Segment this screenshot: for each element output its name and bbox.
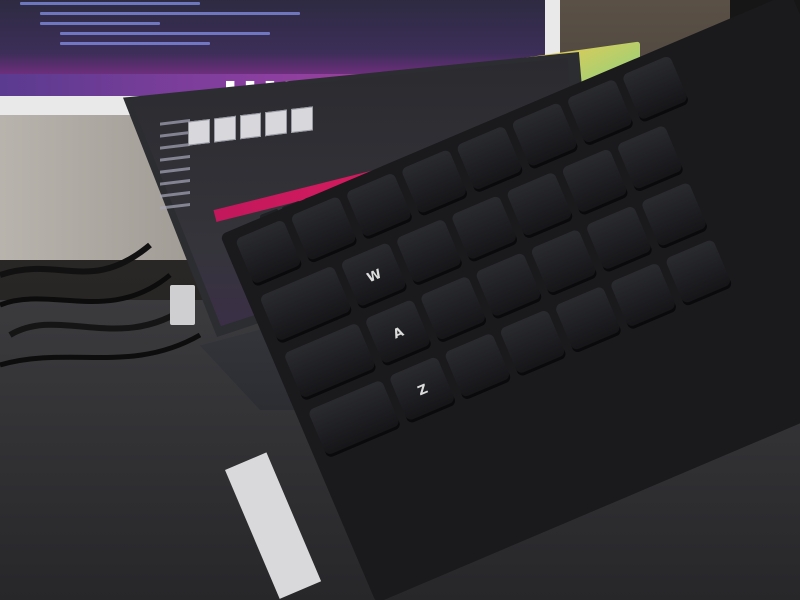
file-thumbnail[interactable] xyxy=(213,115,236,143)
keyboard-key[interactable] xyxy=(419,275,488,344)
keyboard-key[interactable] xyxy=(400,148,469,218)
keyboard-key[interactable] xyxy=(566,78,635,147)
keyboard-key-w[interactable]: W xyxy=(340,241,409,311)
keyboard-key[interactable] xyxy=(554,285,623,354)
code-line xyxy=(40,22,160,25)
keyboard-key[interactable] xyxy=(585,205,654,274)
keyboard-key[interactable] xyxy=(616,124,685,193)
keyboard-key[interactable] xyxy=(499,309,568,378)
file-thumbnail[interactable] xyxy=(265,109,288,137)
code-line xyxy=(40,12,300,15)
keyboard-key[interactable] xyxy=(640,181,709,250)
keyboard-key[interactable] xyxy=(345,172,414,241)
keyboard-key[interactable] xyxy=(505,171,575,240)
file-thumbnail[interactable] xyxy=(188,118,210,146)
file-thumbnail[interactable] xyxy=(239,112,262,140)
keyboard-key[interactable] xyxy=(443,332,513,401)
keyboard-key[interactable] xyxy=(530,228,599,297)
keyboard-key[interactable] xyxy=(621,55,690,124)
keyboard-key[interactable] xyxy=(395,218,464,287)
keyboard-key[interactable] xyxy=(561,148,630,217)
keyboard-key[interactable] xyxy=(664,238,733,307)
keyboard-key[interactable] xyxy=(290,195,359,264)
code-line xyxy=(20,2,200,5)
keyboard-key-z[interactable]: Z xyxy=(388,356,457,425)
keyboard-key-a[interactable]: A xyxy=(364,298,433,368)
keyboard-key[interactable] xyxy=(474,252,544,321)
keyboard-key[interactable] xyxy=(511,101,580,171)
keyboard-key[interactable] xyxy=(455,125,525,194)
keyboard-key[interactable] xyxy=(234,219,304,288)
keyboard-key[interactable] xyxy=(609,262,678,331)
code-line xyxy=(60,32,270,35)
file-thumbnail[interactable] xyxy=(291,106,313,134)
photo-scene: ■ ■ ■ ■ ■ ■ ■ ■ ■ ■ ■ ■ xyxy=(0,0,800,600)
code-line xyxy=(60,42,210,45)
keyboard-key[interactable] xyxy=(450,194,519,264)
